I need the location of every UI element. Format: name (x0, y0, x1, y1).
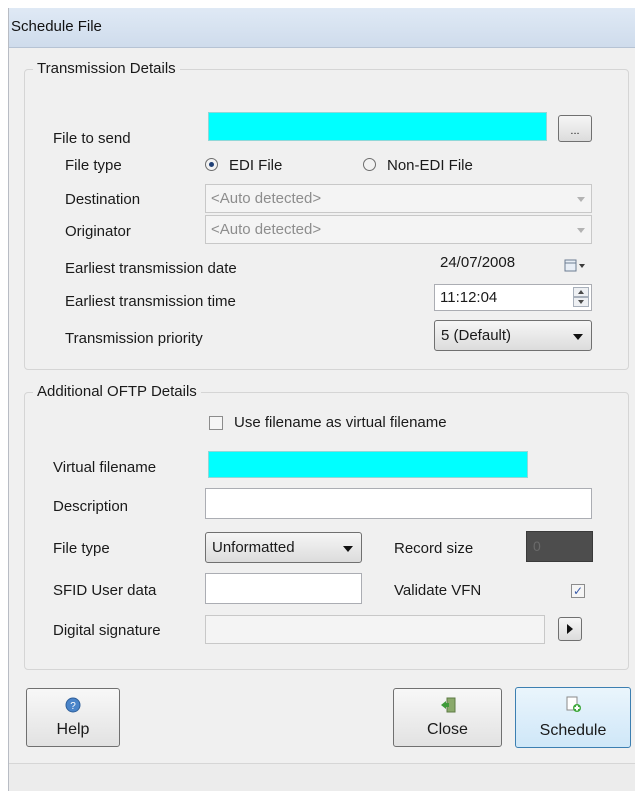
transmission-details-title: Transmission Details (33, 60, 180, 77)
use-filename-checkbox[interactable] (209, 416, 223, 430)
calendar-icon[interactable] (564, 256, 586, 272)
play-arrow-icon (567, 624, 573, 634)
oftp-file-type-label: File type (53, 540, 110, 557)
browse-button[interactable]: ... (558, 115, 592, 142)
destination-label: Destination (65, 191, 141, 208)
file-type-label: File type (65, 157, 122, 174)
earliest-time-input[interactable]: 11:12:04 (434, 284, 592, 311)
chevron-down-icon (573, 333, 583, 340)
transmission-priority-label: Transmission priority (65, 330, 203, 347)
help-icon: ? (65, 697, 81, 713)
status-bar (9, 763, 635, 791)
record-size-input: 0 (526, 531, 593, 562)
earliest-date-picker[interactable]: 24/07/2008 (434, 249, 592, 278)
originator-value: <Auto detected> (211, 221, 322, 238)
oftp-file-type-select[interactable]: Unformatted (205, 532, 362, 563)
earliest-time-label: Earliest transmission time (65, 293, 236, 310)
oftp-details-title: Additional OFTP Details (33, 383, 201, 400)
transmission-priority-value: 5 (Default) (441, 327, 512, 344)
svg-text:?: ? (70, 701, 76, 712)
close-button[interactable]: Close (393, 688, 502, 747)
close-door-icon (440, 697, 456, 713)
close-button-label: Close (427, 721, 468, 738)
originator-label: Originator (65, 223, 131, 240)
oftp-file-type-value: Unformatted (212, 539, 295, 556)
sfid-user-data-label: SFID User data (53, 582, 157, 599)
chevron-down-icon (577, 196, 585, 202)
digital-signature-button[interactable] (558, 617, 582, 641)
description-input[interactable] (205, 488, 592, 519)
title-bar: Schedule File (9, 8, 635, 48)
spinner-icon[interactable] (573, 287, 589, 307)
schedule-button[interactable]: Schedule (515, 687, 631, 748)
destination-combo: <Auto detected> (205, 184, 592, 213)
earliest-date-value: 24/07/2008 (440, 254, 516, 271)
schedule-add-icon (565, 696, 581, 712)
chevron-down-icon (577, 227, 585, 233)
file-to-send-label: File to send (53, 130, 131, 147)
help-button-label: Help (56, 721, 90, 738)
use-filename-label[interactable]: Use filename as virtual filename (234, 414, 447, 431)
earliest-time-value: 11:12:04 (440, 289, 498, 306)
edi-file-radio[interactable] (205, 158, 218, 171)
digital-signature-label: Digital signature (53, 622, 161, 639)
help-button[interactable]: ? Help (26, 688, 120, 747)
non-edi-file-radio[interactable] (363, 158, 376, 171)
record-size-label: Record size (394, 540, 474, 557)
window-title: Schedule File (11, 18, 102, 35)
schedule-file-dialog: Schedule File Transmission Details File … (8, 8, 635, 791)
schedule-button-label: Schedule (539, 722, 607, 739)
earliest-date-label: Earliest transmission date (65, 260, 237, 277)
chevron-down-icon (343, 545, 353, 552)
non-edi-file-label[interactable]: Non-EDI File (387, 157, 473, 174)
sfid-user-data-input[interactable] (205, 573, 362, 604)
digital-signature-input (205, 615, 545, 644)
validate-vfn-label: Validate VFN (394, 582, 482, 599)
validate-vfn-checkbox[interactable]: ✓ (571, 584, 585, 598)
edi-file-label[interactable]: EDI File (229, 157, 282, 174)
originator-combo: <Auto detected> (205, 215, 592, 244)
file-to-send-input[interactable] (208, 112, 547, 141)
virtual-filename-input[interactable] (208, 451, 528, 478)
destination-value: <Auto detected> (211, 190, 322, 207)
transmission-priority-select[interactable]: 5 (Default) (434, 320, 592, 351)
virtual-filename-label: Virtual filename (53, 459, 157, 476)
description-label: Description (53, 498, 129, 515)
